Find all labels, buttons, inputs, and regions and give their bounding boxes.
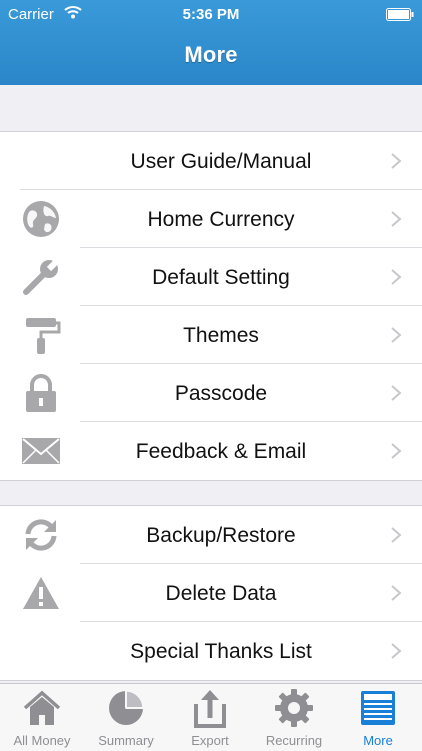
menu-item-label: Home Currency bbox=[147, 208, 295, 231]
menu-item-feedback[interactable]: Feedback & Email bbox=[0, 422, 422, 480]
tab-all-money[interactable]: All Money bbox=[0, 684, 84, 751]
chevron-right-icon bbox=[391, 443, 402, 459]
chevron-right-icon bbox=[391, 153, 402, 169]
envelope-icon bbox=[22, 438, 60, 464]
battery-icon bbox=[386, 8, 414, 21]
globe-icon bbox=[23, 201, 59, 237]
chevron-right-icon bbox=[391, 643, 402, 659]
menu-item-label: User Guide/Manual bbox=[130, 150, 312, 173]
gear-icon bbox=[275, 689, 313, 727]
menu-item-label: Themes bbox=[183, 324, 259, 347]
tab-summary[interactable]: Summary bbox=[84, 684, 168, 751]
menu-item-passcode[interactable]: Passcode bbox=[0, 364, 422, 422]
chevron-right-icon bbox=[391, 327, 402, 343]
menu-item-delete-data[interactable]: Delete Data bbox=[0, 564, 422, 622]
warning-icon bbox=[23, 577, 59, 609]
tab-label: Recurring bbox=[265, 733, 323, 748]
pie-chart-icon bbox=[109, 690, 144, 725]
menu-item-user-guide[interactable]: User Guide/Manual bbox=[0, 132, 422, 190]
menu-item-label: Backup/Restore bbox=[146, 524, 296, 547]
menu-item-special-thanks[interactable]: Special Thanks List bbox=[0, 622, 422, 680]
chevron-right-icon bbox=[391, 211, 402, 227]
tab-bar: All Money Summary Export Recurring More bbox=[0, 683, 422, 751]
chevron-right-icon bbox=[391, 385, 402, 401]
tab-label: More bbox=[363, 733, 393, 748]
menu-item-label: Passcode bbox=[174, 382, 268, 405]
settings-group-data: Backup/Restore Delete Data Special Thank… bbox=[0, 505, 422, 681]
tab-label: Summary bbox=[98, 733, 154, 748]
menu-item-label: Delete Data bbox=[165, 582, 277, 605]
page-title: More bbox=[184, 42, 238, 67]
menu-item-label: Feedback & Email bbox=[135, 440, 307, 463]
status-bar: Carrier 5:36 PM bbox=[0, 0, 422, 30]
lock-icon bbox=[26, 374, 56, 412]
tab-recurring[interactable]: Recurring bbox=[252, 684, 336, 751]
paint-roller-icon bbox=[26, 318, 61, 354]
sync-icon bbox=[25, 519, 57, 551]
navigation-bar: Carrier 5:36 PM More bbox=[0, 0, 422, 85]
tab-more[interactable]: More bbox=[336, 684, 420, 751]
menu-item-label: Default Setting bbox=[152, 266, 290, 289]
menu-item-backup-restore[interactable]: Backup/Restore bbox=[0, 506, 422, 564]
chevron-right-icon bbox=[391, 527, 402, 543]
chevron-right-icon bbox=[391, 585, 402, 601]
menu-item-home-currency[interactable]: Home Currency bbox=[0, 190, 422, 248]
export-icon bbox=[194, 690, 226, 728]
menu-item-themes[interactable]: Themes bbox=[0, 306, 422, 364]
wrench-icon bbox=[23, 257, 61, 295]
tab-label: All Money bbox=[13, 733, 71, 748]
settings-group-general: User Guide/Manual Home Currency Default … bbox=[0, 131, 422, 481]
tab-label: Export bbox=[191, 733, 229, 748]
status-time: 5:36 PM bbox=[182, 6, 240, 23]
tab-export[interactable]: Export bbox=[168, 684, 252, 751]
chevron-right-icon bbox=[391, 269, 402, 285]
menu-item-default-setting[interactable]: Default Setting bbox=[0, 248, 422, 306]
menu-item-label: Special Thanks List bbox=[130, 640, 312, 663]
more-icon bbox=[361, 691, 395, 725]
house-icon bbox=[23, 690, 61, 725]
